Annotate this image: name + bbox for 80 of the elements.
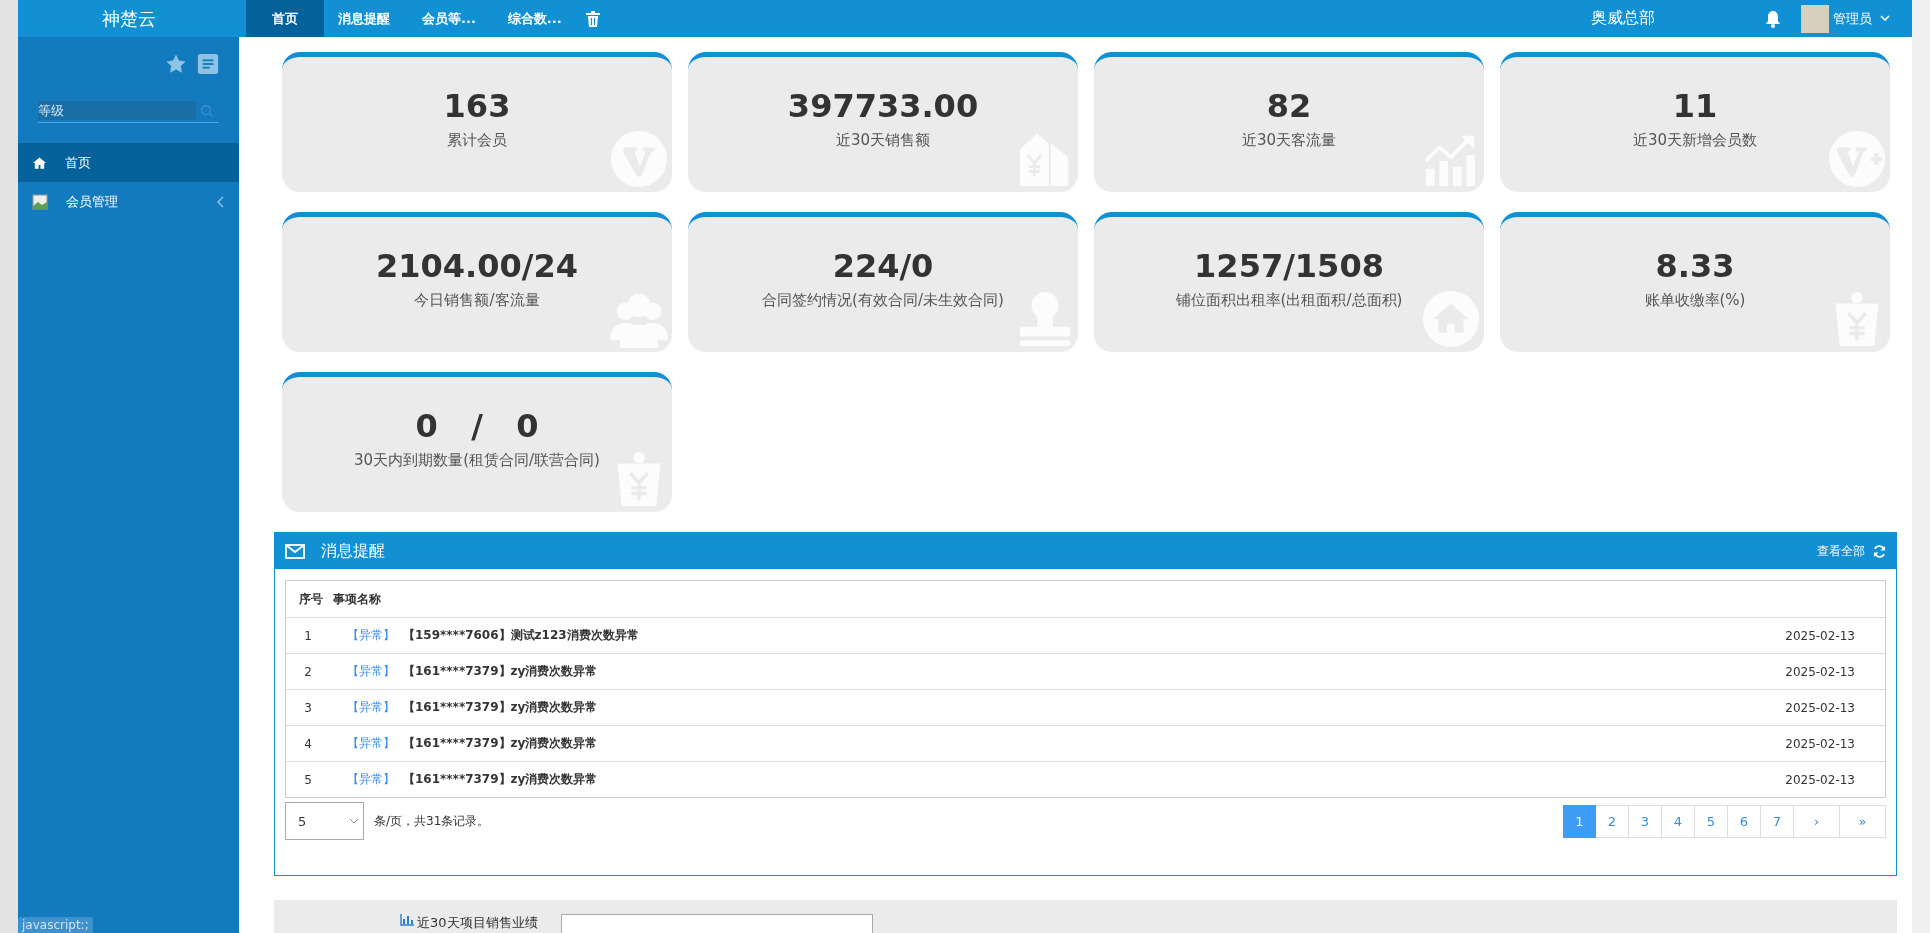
message-date: 2025-02-13 [1785,628,1855,643]
page-button[interactable]: 6 [1728,804,1761,838]
message-text[interactable]: 【161****7379】zy消费次数异常 [403,699,598,716]
scrollbar[interactable] [1912,0,1930,933]
nav-tab[interactable]: 综合数... [493,0,580,37]
caret-icon[interactable] [1880,15,1890,22]
stat-value: 82 [1266,87,1312,125]
page-button[interactable]: 7 [1761,804,1794,838]
sales-panel-title: 近30天项目销售业绩 [417,914,538,932]
stat-value: 2104.00/24 [376,247,578,285]
status-tag: 【异常】 [347,735,403,752]
message-text[interactable]: 【161****7379】zy消费次数异常 [403,663,598,680]
status-tooltip: javascript:; [18,917,93,933]
message-text[interactable]: 【161****7379】zy消费次数异常 [403,735,598,752]
message-text[interactable]: 【161****7379】zy消费次数异常 [403,771,598,788]
stat-label: 近30天客流量 [1241,131,1337,150]
stat-value: 11 [1672,87,1718,125]
search-field[interactable]: 等级 [38,101,196,120]
column-header: 序号 [298,590,324,608]
stat-value: 0 / 0 [415,407,539,445]
row-number: 4 [303,736,313,751]
stat-value: 1257/1508 [1194,247,1384,285]
stat-label: 近30天新增会员数 [1632,131,1758,150]
sidebar-menu-item[interactable]: 会员管理 [18,182,239,221]
message-text[interactable]: 【159****7606】测试z123消费次数异常 [403,627,639,644]
bell-icon[interactable] [1765,9,1781,28]
column-header: 事项名称 [333,590,381,608]
page-button[interactable]: » [1840,804,1886,838]
user-name[interactable]: 管理员 [1833,9,1872,28]
status-tag: 【异常】 [347,699,403,716]
page-size-select[interactable]: 5 [285,802,364,840]
star-icon[interactable] [165,53,187,75]
nav-tab[interactable]: 消息提醒 [324,0,408,37]
panel-title: 消息提醒 [321,540,385,562]
stat-value: 224/0 [832,247,934,285]
row-number: 2 [303,664,313,679]
message-date: 2025-02-13 [1785,700,1855,715]
stat-label: 账单收缴率(%) [1644,291,1746,310]
search-icon[interactable] [200,103,214,118]
nav-tab[interactable]: 首页 [246,0,324,37]
row-number: 5 [303,772,313,787]
broken-image-icon [32,193,48,210]
chevron-down-icon [349,818,359,824]
bar-chart-icon [400,914,414,926]
page-button[interactable]: › [1794,804,1840,838]
view-all-link[interactable]: 查看全部 [1817,542,1865,560]
stat-value: 163 [443,87,511,125]
trash-icon[interactable] [585,10,600,27]
status-tag: 【异常】 [347,771,403,788]
sidebar-menu-item[interactable]: 首页 [18,143,239,182]
stat-label: 30天内到期数量(租赁合同/联营合同) [354,451,600,470]
refresh-icon[interactable] [1873,544,1886,558]
avatar-placeholder[interactable] [1801,4,1829,33]
page-button[interactable]: 3 [1629,804,1662,838]
list-icon[interactable] [197,53,219,75]
organization-name[interactable]: 奥威总部 [1591,8,1655,29]
message-date: 2025-02-13 [1785,772,1855,787]
page-button[interactable]: 4 [1662,804,1695,838]
row-number: 3 [303,700,313,715]
page-button[interactable]: 2 [1596,804,1629,838]
stat-label: 今日销售额/客流量 [414,291,540,310]
stat-value: 397733.00 [787,87,979,125]
row-number: 1 [303,628,313,643]
chevron-left-icon [217,195,225,208]
nav-tab[interactable]: 会员等... [408,0,494,37]
stat-label: 累计会员 [447,131,507,150]
message-date: 2025-02-13 [1785,736,1855,751]
brand-title: 神楚云 [18,0,239,37]
envelope-icon [285,543,305,559]
page-button[interactable]: 1 [1563,804,1596,838]
status-tag: 【异常】 [347,663,403,680]
stat-label: 近30天销售额 [835,131,931,150]
status-tag: 【异常】 [347,627,403,644]
stat-value: 8.33 [1655,247,1735,285]
page-button[interactable]: 5 [1695,804,1728,838]
stat-label: 合同签约情况(有效合同/未生效合同) [762,291,1004,310]
message-date: 2025-02-13 [1785,664,1855,679]
record-summary: 条/页，共31条记录。 [374,812,490,830]
stat-label: 铺位面积出租率(出租面积/总面积) [1175,291,1403,310]
home-icon [32,155,47,170]
